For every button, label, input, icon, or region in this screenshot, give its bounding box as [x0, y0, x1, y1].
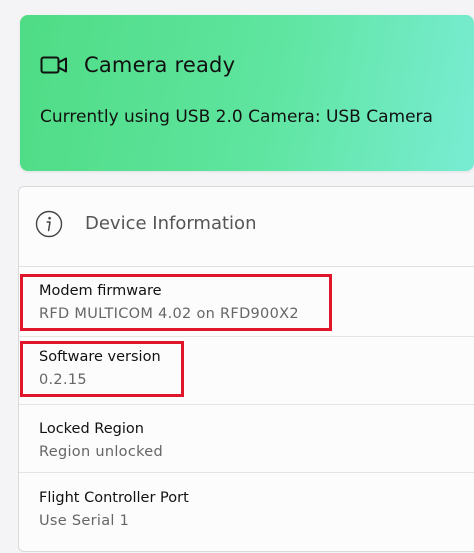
locked-region-label: Locked Region: [39, 421, 144, 437]
info-row-software-version: Software version 0.2.15: [19, 339, 474, 405]
flight-controller-port-value: Use Serial 1: [39, 513, 130, 529]
info-row-flight-controller-port: Flight Controller Port Use Serial 1: [19, 473, 474, 551]
info-row-locked-region: Locked Region Region unlocked: [19, 405, 474, 473]
device-information-card: Device Information Modem firmware RFD MU…: [18, 186, 474, 552]
modem-firmware-value: RFD MULTICOM 4.02 on RFD900X2: [39, 306, 299, 322]
locked-region-value: Region unlocked: [39, 444, 164, 460]
camera-status-title: Camera ready: [84, 53, 236, 77]
camera-status-description: Currently using USB 2.0 Camera: USB Came…: [40, 107, 433, 127]
camera-icon: [40, 55, 68, 75]
device-information-title: Device Information: [85, 213, 257, 234]
software-version-label: Software version: [39, 349, 161, 365]
software-version-value: 0.2.15: [39, 372, 87, 388]
modem-firmware-label: Modem firmware: [39, 283, 162, 299]
info-icon: [35, 210, 63, 238]
info-row-modem-firmware: Modem firmware RFD MULTICOM 4.02 on RFD9…: [19, 273, 474, 337]
camera-title-row: Camera ready: [40, 53, 235, 77]
flight-controller-port-label: Flight Controller Port: [39, 490, 189, 506]
device-information-header: Device Information: [19, 187, 474, 267]
camera-status-card: Camera ready Currently using USB 2.0 Cam…: [20, 15, 474, 171]
